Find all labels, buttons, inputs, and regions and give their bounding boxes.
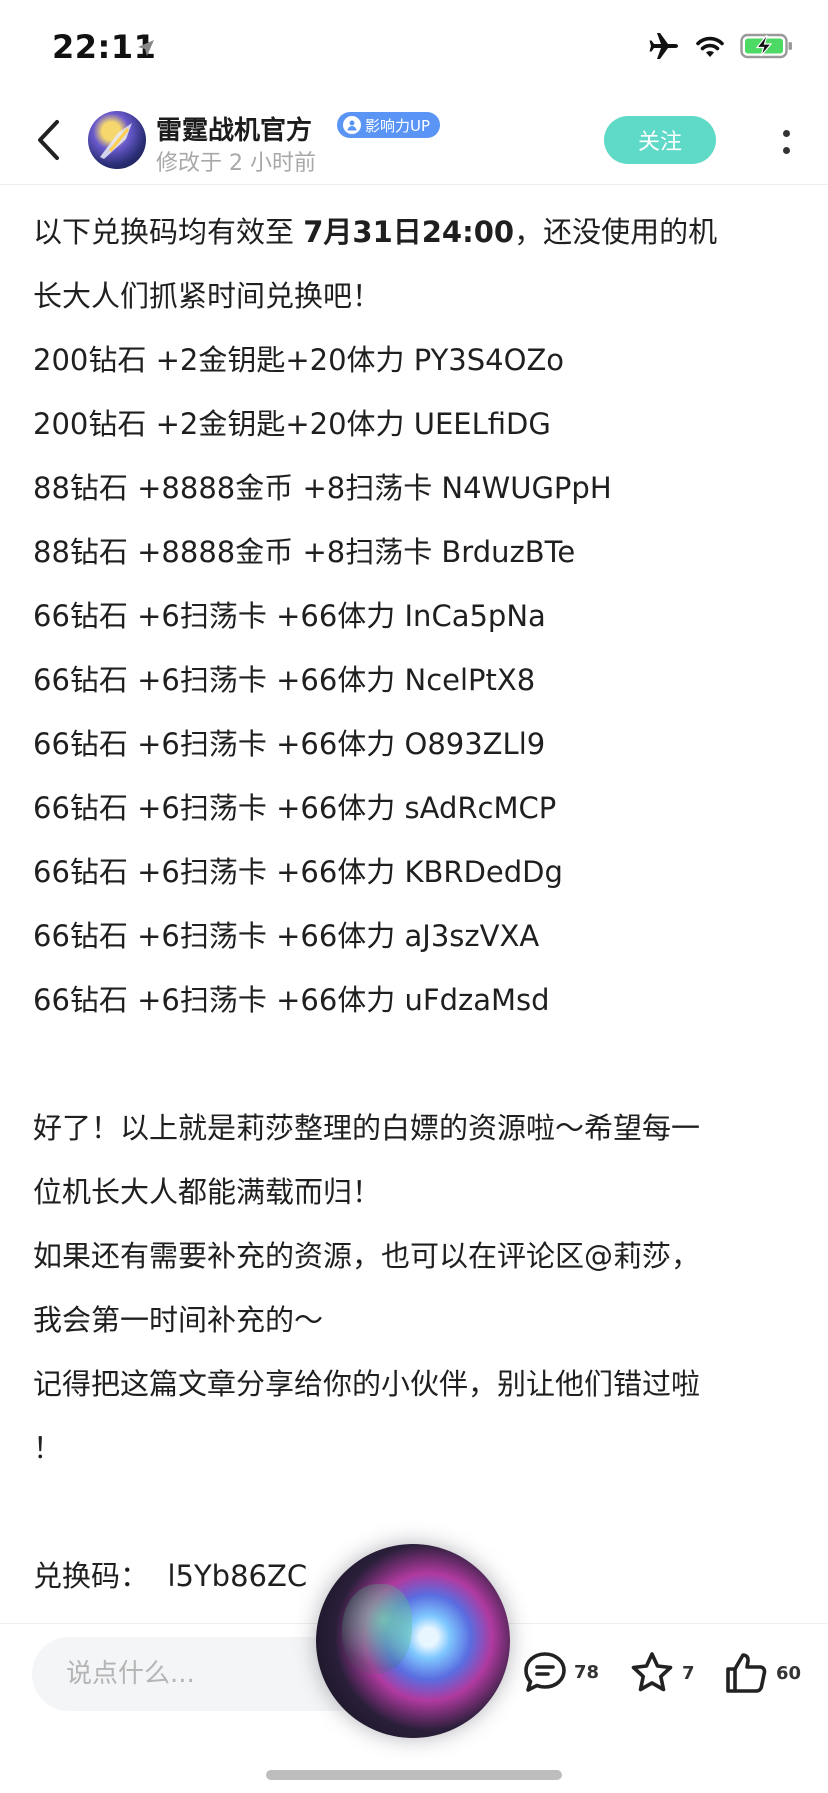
thumbs-up-icon: [726, 1653, 767, 1693]
code-line: 66钻石 +6扫荡卡 +66体力 sAdRcMCP: [33, 791, 557, 825]
status-bar: 22:11: [0, 0, 828, 96]
back-button[interactable]: [26, 114, 70, 166]
favorite-button[interactable]: 7: [628, 1650, 695, 1696]
favorites-count: 7: [682, 1662, 695, 1684]
comment-bubble-icon: [524, 1652, 566, 1692]
author-avatar[interactable]: [88, 111, 146, 169]
outro-line: 位机长大人都能满载而归！: [33, 1175, 382, 1209]
code-line: 66钻石 +6扫荡卡 +66体力 uFdzaMsd: [33, 983, 550, 1017]
modified-time: 修改于 2 小时前: [156, 151, 316, 176]
outro-line: 好了！以上就是莉莎整理的白嫖的资源啦～希望每一: [33, 1111, 701, 1145]
outro-line: 记得把这篇文章分享给你的小伙伴，别让他们错过啦: [33, 1367, 701, 1401]
article-body: 以下兑换码均有效至 7月31日24:00，还没使用的机 长大人们抓紧时间兑换吧！…: [33, 200, 793, 1608]
home-indicator[interactable]: [266, 1770, 562, 1780]
code-line: 66钻石 +6扫荡卡 +66体力 NcelPtX8: [33, 663, 536, 697]
code-line: 66钻石 +6扫荡卡 +66体力 O893ZLl9: [33, 727, 546, 761]
code-line: 88钻石 +8888金币 +8扫荡卡 BrduzBTe: [33, 535, 576, 569]
outro-line: ！: [33, 1431, 63, 1465]
author-name[interactable]: 雷霆战机官方: [156, 110, 312, 147]
airplane-icon: [649, 33, 678, 59]
star-icon: [631, 1652, 673, 1692]
more-options-button[interactable]: [770, 120, 802, 164]
user-badge-icon: [343, 116, 361, 134]
fighter-jet-icon: [100, 123, 132, 159]
intro-line-2: 长大人们抓紧时间兑换吧！: [33, 279, 382, 313]
code-line: 66钻石 +6扫荡卡 +66体力 InCa5pNa: [33, 599, 546, 633]
location-arrow-icon: [138, 40, 154, 56]
redeem-code: l5Yb86ZC: [167, 1559, 308, 1593]
intro-line: 以下兑换码均有效至 7月31日24:00，还没使用的机: [33, 215, 718, 249]
comments-count: 78: [574, 1661, 600, 1683]
expiry-date: 7月31日24:00: [303, 215, 515, 249]
siri-orb[interactable]: [316, 1544, 510, 1738]
influence-badge-label: 影响力UP: [365, 116, 431, 135]
status-icons: [648, 32, 794, 60]
redeem-label: 兑换码：: [33, 1559, 150, 1593]
chevron-left-icon: [38, 120, 59, 160]
more-dot-icon: [782, 130, 790, 137]
like-button[interactable]: 60: [722, 1650, 801, 1696]
battery-charging-icon: [740, 33, 792, 59]
code-line: 200钻石 +2金钥匙+20体力 PY3S4OZo: [33, 343, 565, 377]
influence-badge: 影响力UP: [337, 112, 441, 138]
code-line: 200钻石 +2金钥匙+20体力 UEELfiDG: [33, 407, 551, 441]
likes-count: 60: [776, 1662, 802, 1684]
code-line: 66钻石 +6扫荡卡 +66体力 KBRDedDg: [33, 855, 563, 889]
outro-line: 如果还有需要补充的资源，也可以在评论区@莉莎，: [33, 1239, 701, 1273]
code-line: 88钻石 +8888金币 +8扫荡卡 N4WUGPpH: [33, 471, 612, 505]
post-header: 雷霆战机官方 影响力UP 修改于 2 小时前 关注: [0, 96, 828, 185]
outro-line: 我会第一时间补充的～: [33, 1303, 324, 1337]
comments-button[interactable]: 78: [522, 1650, 599, 1694]
more-dot-icon: [782, 147, 790, 154]
code-line: 66钻石 +6扫荡卡 +66体力 aJ3szVXA: [33, 919, 540, 953]
follow-button[interactable]: 关注: [604, 116, 716, 164]
wifi-icon: [696, 36, 724, 57]
